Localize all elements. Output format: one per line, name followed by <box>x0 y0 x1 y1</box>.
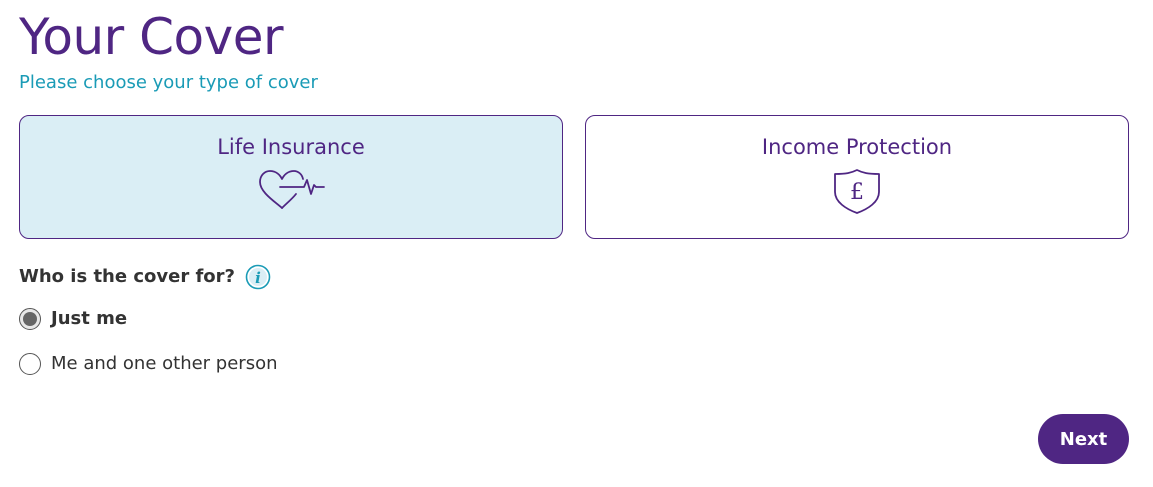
cover-for-question: Who is the cover for? i <box>19 264 271 290</box>
page-title: Your Cover <box>19 8 284 66</box>
svg-text:i: i <box>255 269 261 287</box>
cover-option-label: Income Protection <box>761 135 953 159</box>
cover-page: Your Cover Please choose your type of co… <box>0 0 1153 487</box>
radio-just-me[interactable]: Just me <box>19 307 127 331</box>
radio-button[interactable] <box>19 353 41 375</box>
radio-label: Me and one other person <box>51 353 278 374</box>
radio-button-checked[interactable] <box>19 308 41 330</box>
cover-option-life-insurance[interactable]: Life Insurance <box>19 115 563 239</box>
radio-me-and-other[interactable]: Me and one other person <box>19 352 278 376</box>
cover-option-label: Life Insurance <box>217 135 365 159</box>
question-label: Who is the cover for? <box>19 266 235 287</box>
radio-label: Just me <box>51 308 128 329</box>
next-button[interactable]: Next <box>1038 414 1129 464</box>
svg-text:£: £ <box>850 180 864 205</box>
heart-pulse-icon <box>259 170 325 209</box>
pound-shield-icon: £ <box>834 169 880 214</box>
page-subtitle: Please choose your type of cover <box>19 72 318 93</box>
cover-option-income-protection[interactable]: Income Protection £ <box>585 115 1129 239</box>
info-icon[interactable]: i <box>245 264 271 290</box>
